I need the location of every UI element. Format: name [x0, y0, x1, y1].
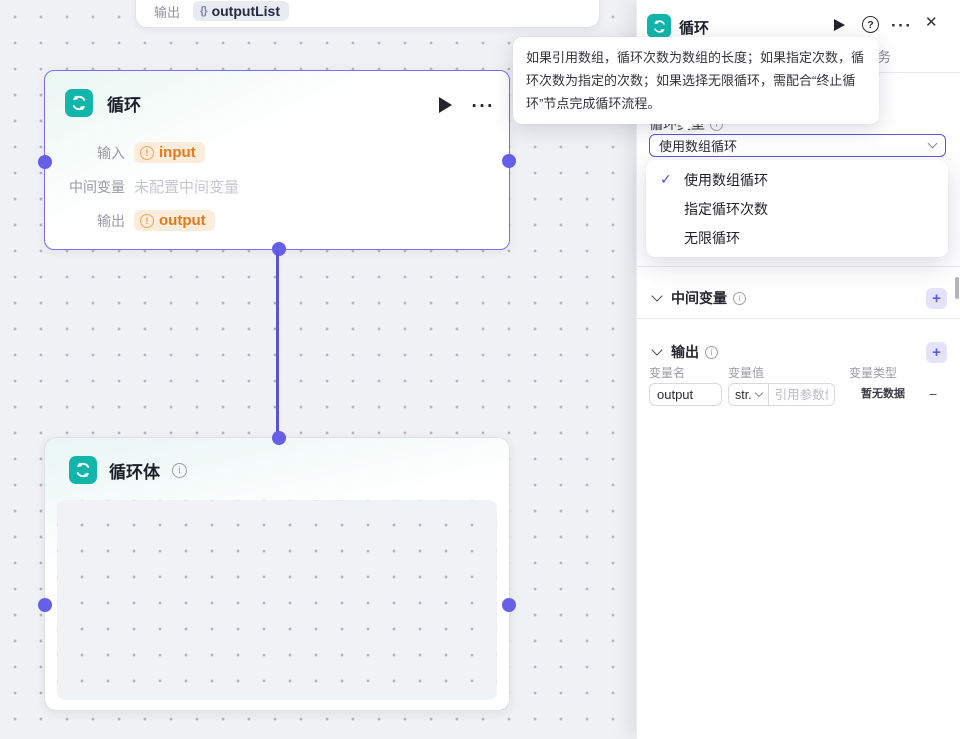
port-left[interactable]	[38, 155, 52, 169]
help-icon[interactable]: ?	[862, 16, 879, 33]
input-label: 输入	[61, 143, 125, 163]
menu-item-infinite-loop[interactable]: 无限循环	[646, 223, 948, 252]
menu-item-label: 无限循环	[684, 228, 740, 248]
mid-variables-section-label: 中间变量	[671, 288, 727, 308]
add-output-button[interactable]: +	[926, 342, 947, 363]
panel-more-icon[interactable]: ···	[891, 17, 912, 34]
mid-variable-row: 中间变量 未配置中间变量	[61, 173, 493, 200]
mid-variable-label: 中间变量	[61, 177, 125, 197]
info-icon[interactable]: i	[733, 292, 746, 305]
chevron-down-icon	[754, 389, 762, 397]
chevron-down-icon[interactable]	[651, 344, 662, 355]
loop-node-rows: 输入 ! input 中间变量 未配置中间变量 输出	[61, 139, 493, 234]
connection-line	[276, 250, 279, 437]
port-right[interactable]	[502, 154, 516, 168]
loop-node[interactable]: 循环 ··· 输入 ! input 中间变量 未配置	[44, 70, 510, 250]
port-top[interactable]	[272, 431, 286, 445]
warning-icon: !	[140, 214, 154, 228]
add-mid-variable-button[interactable]: +	[926, 288, 947, 309]
output-variable-badge[interactable]: {} outputList	[193, 1, 289, 21]
column-header-name: 变量名	[649, 364, 685, 381]
loop-body-header: 循环体 i	[69, 456, 187, 484]
loop-node-header: 循环	[65, 89, 141, 117]
info-icon[interactable]: i	[172, 463, 187, 478]
loop-type-value: 使用数组循环	[659, 136, 929, 155]
loop-icon	[65, 89, 93, 117]
node-more-icon[interactable]: ···	[472, 97, 495, 116]
close-icon[interactable]: ✕	[925, 15, 938, 30]
value-reference-input[interactable]	[769, 388, 834, 402]
info-icon[interactable]: i	[705, 346, 718, 359]
output-variable-badge[interactable]: ! output	[134, 210, 215, 231]
loop-icon	[647, 14, 671, 38]
column-header-type: 变量类型	[849, 364, 897, 381]
port-left[interactable]	[38, 598, 52, 612]
loop-body-drop-area[interactable]	[57, 500, 497, 700]
tooltip-text: 如果引用数组，循环次数为数组的长度；如果指定次数，循环次数为指定的次数；如果选择…	[526, 50, 864, 111]
input-row: 输入 ! input	[61, 139, 493, 166]
menu-item-array-loop[interactable]: ✓ 使用数组循环	[646, 165, 948, 194]
output-row-label: 输出	[154, 2, 180, 21]
loop-type-select[interactable]: 使用数组循环	[649, 134, 946, 157]
variable-value-control: str.	[728, 383, 835, 406]
column-header-value: 变量值	[728, 364, 764, 381]
remove-row-button[interactable]: −	[929, 383, 937, 406]
menu-item-fixed-count[interactable]: 指定循环次数	[646, 194, 948, 223]
type-select-value: str.	[735, 388, 752, 402]
port-bottom[interactable]	[272, 242, 286, 256]
menu-item-label: 指定循环次数	[684, 199, 768, 219]
input-variable-name: input	[159, 144, 196, 161]
type-status-text: 暂无数据	[861, 383, 905, 406]
output-variable-name: output	[159, 212, 206, 229]
input-variable-badge[interactable]: ! input	[134, 142, 205, 163]
menu-item-label: 使用数组循环	[684, 170, 768, 190]
output-label: 输出	[61, 211, 125, 231]
loop-icon	[69, 456, 97, 484]
loop-type-dropdown-menu: ✓ 使用数组循环 指定循环次数 无限循环	[646, 160, 948, 257]
warning-icon: !	[140, 146, 154, 160]
section-mid-variables: 中间变量 i +	[637, 278, 960, 318]
check-icon: ✓	[660, 171, 684, 188]
output-section-label: 输出	[671, 342, 699, 362]
loop-type-tooltip: 如果引用数组，循环次数为数组的长度；如果指定次数，循环次数为指定的次数；如果选择…	[513, 37, 879, 124]
run-node-button[interactable]	[439, 97, 452, 113]
workflow-editor: 输出 {} outputList 循环	[0, 0, 960, 739]
output-row: 输出 ! output	[61, 207, 493, 234]
scrollbar-thumb[interactable]	[955, 277, 959, 299]
loop-body-title: 循环体	[109, 458, 160, 483]
panel-run-button[interactable]	[834, 19, 845, 31]
loop-node-title: 循环	[107, 91, 141, 116]
panel-title: 循环	[679, 17, 709, 38]
mid-variable-empty-text: 未配置中间变量	[134, 176, 239, 197]
output-row: 输出 {} outputList	[154, 1, 289, 21]
variable-name-input[interactable]	[649, 383, 722, 406]
output-table-row: str. 暂无数据 −	[637, 383, 960, 406]
type-select[interactable]: str.	[729, 384, 769, 405]
chevron-down-icon	[928, 139, 938, 149]
partial-node-card[interactable]: 输出 {} outputList	[135, 0, 600, 28]
chevron-down-icon[interactable]	[651, 290, 662, 301]
braces-icon: {}	[200, 5, 207, 17]
section-divider	[637, 318, 960, 319]
loop-body-node[interactable]: 循环体 i	[44, 437, 510, 711]
section-output: 输出 i +	[637, 332, 960, 372]
port-right[interactable]	[502, 598, 516, 612]
section-divider	[637, 266, 960, 267]
output-variable-name: outputList	[212, 3, 280, 19]
